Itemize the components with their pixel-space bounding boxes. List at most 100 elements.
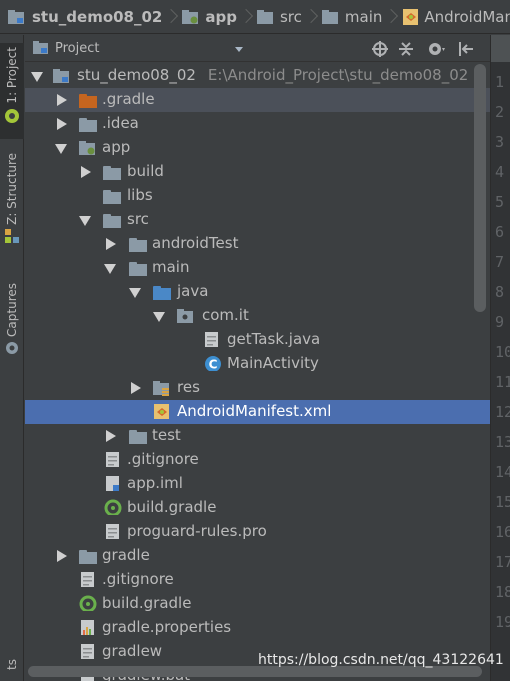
breadcrumb-item-main[interactable]: main — [321, 0, 382, 33]
breadcrumb-separator — [162, 0, 182, 33]
line-number: 16 — [495, 523, 510, 541]
svg-text:C: C — [209, 358, 218, 372]
line-number: 11 — [495, 373, 510, 391]
expand-arrow-icon[interactable] — [104, 430, 116, 442]
line-number: 14 — [495, 463, 510, 481]
view-dropdown-icon[interactable] — [235, 47, 243, 52]
project-folder-icon — [8, 9, 24, 24]
folder-icon — [103, 164, 121, 180]
tree-label: main — [152, 258, 190, 276]
camera-icon — [6, 341, 18, 354]
tree-label: build — [127, 162, 164, 180]
tree-row-main[interactable]: main — [25, 256, 490, 280]
text-file-icon — [81, 644, 94, 659]
expand-arrow-icon[interactable] — [79, 166, 91, 178]
tree-row-root[interactable]: stu_demo08_02 E:\Android_Project\stu_demo… — [25, 64, 490, 88]
breadcrumb-separator — [382, 0, 402, 33]
expand-arrow-icon[interactable] — [129, 382, 141, 394]
expand-arrow-icon[interactable] — [55, 118, 67, 130]
collapse-arrow-icon[interactable] — [55, 142, 67, 154]
collapse-arrow-icon[interactable] — [153, 310, 165, 322]
tree-label: androidTest — [152, 234, 239, 252]
breadcrumb-label: AndroidManife — [424, 7, 510, 26]
panel-title[interactable]: Project — [55, 41, 99, 56]
tree-row-idea[interactable]: .idea — [25, 112, 490, 136]
folder-icon — [256, 9, 273, 24]
project-panel-header: Project — [25, 35, 490, 62]
tree-row-manifest-selected[interactable]: AndroidManifest.xml — [25, 400, 490, 424]
tree-row-test[interactable]: test — [25, 424, 490, 448]
collapse-arrow-icon[interactable] — [129, 286, 141, 298]
captures-tool-tab[interactable]: Captures — [0, 283, 24, 365]
hide-panel-icon[interactable] — [457, 40, 475, 58]
breadcrumb-item-manifest[interactable]: AndroidManife — [402, 0, 510, 33]
tree-row-mainactivity[interactable]: C MainActivity — [25, 352, 490, 376]
breadcrumb-item-project[interactable]: stu_demo08_02 — [8, 0, 162, 33]
tree-label: java — [177, 282, 209, 300]
tree-row-proguard[interactable]: proguard-rules.pro — [25, 520, 490, 544]
tree-row-java[interactable]: java — [25, 280, 490, 304]
tree-row-gradle[interactable]: gradle — [25, 544, 490, 568]
tree-row-root-gitignore[interactable]: .gitignore — [25, 568, 490, 592]
breadcrumb-item-app[interactable]: app — [182, 0, 237, 33]
package-icon — [177, 309, 193, 323]
line-number: 1 — [495, 73, 505, 91]
breadcrumb-label: app — [205, 7, 237, 26]
line-number: 13 — [495, 433, 510, 451]
line-number: 17 — [495, 553, 510, 571]
tree-row-androidtest[interactable]: androidTest — [25, 232, 490, 256]
tree-row-src[interactable]: src — [25, 208, 490, 232]
expand-arrow-icon[interactable] — [55, 94, 67, 106]
editor-tab[interactable] — [491, 35, 510, 62]
gradle-icon — [79, 595, 97, 611]
tool-window-strip: 1: Project Z: Structure Captures ts — [0, 35, 24, 681]
tree-row-libs[interactable]: libs — [25, 184, 490, 208]
project-view-icon — [33, 41, 48, 54]
collapse-arrow-icon[interactable] — [104, 262, 116, 274]
project-tab-label: 1: Project — [5, 47, 19, 104]
gear-icon[interactable] — [427, 40, 445, 58]
tree-row-gettask[interactable]: getTask.java — [25, 328, 490, 352]
bottom-tool-tab[interactable]: ts — [0, 659, 24, 681]
locate-icon[interactable] — [371, 40, 389, 58]
tree-label: gradlew — [102, 642, 163, 660]
structure-tab-label: Z: Structure — [5, 153, 19, 225]
structure-tool-tab[interactable]: Z: Structure — [0, 153, 24, 263]
folder-icon — [79, 116, 97, 132]
expand-arrow-icon[interactable] — [104, 238, 116, 250]
gradle-icon — [104, 499, 122, 515]
tree-row-build[interactable]: build — [25, 160, 490, 184]
tree-label: test — [152, 426, 181, 444]
vertical-scrollbar[interactable] — [474, 64, 486, 312]
expand-arrow-icon[interactable] — [55, 550, 67, 562]
breadcrumb-item-src[interactable]: src — [256, 0, 302, 33]
text-file-icon — [106, 524, 119, 539]
tree-row-app-build-gradle[interactable]: build.gradle — [25, 496, 490, 520]
line-number: 15 — [495, 493, 510, 511]
tree-row-app-gitignore[interactable]: .gitignore — [25, 448, 490, 472]
project-tool-tab[interactable]: 1: Project — [0, 43, 24, 139]
folder-icon — [129, 428, 147, 444]
line-number: 6 — [495, 223, 505, 241]
tree-row-app[interactable]: app — [25, 136, 490, 160]
tree-label: src — [127, 210, 149, 228]
tree-label: com.it — [202, 306, 249, 324]
tree-row-res[interactable]: res — [25, 376, 490, 400]
collapse-arrow-icon[interactable] — [31, 70, 43, 82]
tree-row-gradle-properties[interactable]: gradle.properties — [25, 616, 490, 640]
tree-label: res — [177, 378, 200, 396]
tree-label: app.iml — [127, 474, 183, 492]
tree-row-gradle-dir[interactable]: .gradle — [25, 88, 490, 112]
breadcrumb-label: src — [279, 7, 302, 26]
text-file-icon — [106, 452, 119, 467]
tree-row-app-iml[interactable]: app.iml — [25, 472, 490, 496]
manifest-file-icon — [154, 404, 169, 419]
tree-row-package[interactable]: com.it — [25, 304, 490, 328]
collapse-all-icon[interactable] — [397, 40, 415, 58]
project-folder-icon — [53, 69, 69, 83]
tree-row-root-build-gradle[interactable]: build.gradle — [25, 592, 490, 616]
tree-label: .gitignore — [102, 570, 174, 588]
tree-label: app — [102, 138, 131, 156]
structure-icon — [5, 228, 19, 243]
collapse-arrow-icon[interactable] — [79, 214, 91, 226]
